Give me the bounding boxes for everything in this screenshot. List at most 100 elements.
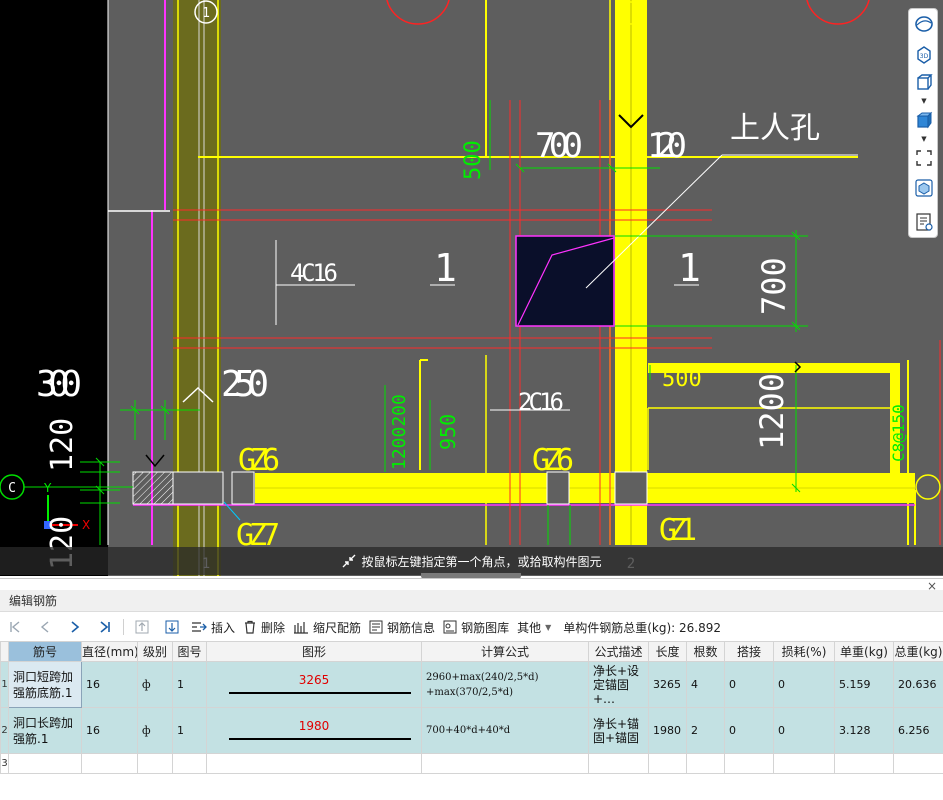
grade-cell[interactable]: ф xyxy=(137,707,173,754)
cad-viewport[interactable]: 1 1 2 C 700 120 500 上人孔 4C16 1 1 700 300… xyxy=(0,0,943,576)
cad-axis-x-label: X xyxy=(82,518,90,532)
count-cell[interactable]: 2 xyxy=(686,707,725,754)
table-row-empty[interactable]: 3 xyxy=(0,753,943,774)
header-cell[interactable]: 长度 xyxy=(648,641,687,662)
header-cell[interactable]: 公式描述 xyxy=(588,641,649,662)
empty-cell[interactable] xyxy=(206,753,422,774)
empty-cell[interactable] xyxy=(834,753,894,774)
header-rownum xyxy=(0,641,9,662)
shape-value[interactable]: 1980 xyxy=(211,719,417,733)
header-cell[interactable]: 总重(kg) xyxy=(893,641,943,662)
other-menu-button[interactable]: 其他 ▼ xyxy=(513,616,555,638)
empty-cell[interactable] xyxy=(893,753,943,774)
rebar-name-cell[interactable]: 洞口短跨加强筋底筋.1 xyxy=(8,661,82,708)
header-cell[interactable]: 损耗(%) xyxy=(773,641,835,662)
shape-cell[interactable]: 3265 xyxy=(206,661,422,708)
empty-cell[interactable] xyxy=(421,753,589,774)
first-record-icon[interactable] xyxy=(0,616,30,638)
previous-record-icon[interactable] xyxy=(30,616,60,638)
empty-cell[interactable] xyxy=(588,753,649,774)
command-prompt-bar: 按鼠标左键指定第一个角点，或拾取构件图元 xyxy=(0,547,943,575)
cad-dim-700-right: 700 xyxy=(755,257,793,315)
diameter-cell[interactable]: 16 xyxy=(81,707,138,754)
rebar-info-button[interactable]: 钢筋信息 xyxy=(365,616,439,638)
empty-cell[interactable] xyxy=(137,753,173,774)
total-weight-cell[interactable]: 6.256 xyxy=(893,707,943,754)
formula-cell[interactable]: 2960+max(240/2,5*d) +max(370/2,5*d) xyxy=(421,661,589,708)
header-cell[interactable]: 单重(kg) xyxy=(834,641,894,662)
chevron-down-icon-b[interactable]: ▼ xyxy=(919,135,929,143)
figure-no-cell[interactable]: 1 xyxy=(172,661,207,708)
rebar-library-button[interactable]: 钢筋图库 xyxy=(439,616,513,638)
loss-cell[interactable]: 0 xyxy=(773,707,835,754)
cad-axis-circle-red xyxy=(386,0,450,25)
delete-button[interactable]: 删除 xyxy=(239,616,289,638)
fullscreen-icon[interactable] xyxy=(912,147,936,169)
rebar-toolbar: 插入 删除 缩尺配筋 钢筋信息 钢筋图库 其他 ▼ 单构件钢筋总重(kg): 2… xyxy=(0,614,943,640)
length-cell[interactable]: 1980 xyxy=(648,707,687,754)
empty-cell[interactable] xyxy=(8,753,82,774)
header-cell[interactable]: 级别 xyxy=(137,641,173,662)
header-cell[interactable]: 图号 xyxy=(172,641,207,662)
header-cell[interactable]: 计算公式 xyxy=(421,641,589,662)
grade-cell[interactable]: ф xyxy=(137,661,173,708)
total-weight-cell[interactable]: 20.636 xyxy=(893,661,943,708)
header-cell[interactable]: 直径(mm) xyxy=(81,641,138,662)
lap-cell[interactable]: 0 xyxy=(724,707,774,754)
header-cell[interactable]: 搭接 xyxy=(724,641,774,662)
diameter-cell[interactable]: 16 xyxy=(81,661,138,708)
formula-desc-cell[interactable]: 净长+锚固+锚固 xyxy=(588,707,649,754)
next-record-icon[interactable] xyxy=(60,616,90,638)
properties-icon[interactable] xyxy=(912,211,936,233)
header-cell[interactable]: 根数 xyxy=(686,641,725,662)
cad-opening[interactable] xyxy=(515,235,615,327)
empty-cell[interactable] xyxy=(686,753,725,774)
insert-icon xyxy=(192,622,207,632)
table-row[interactable]: 1 洞口短跨加强筋底筋.1 16 ф 1 3265 2960+max(240/2… xyxy=(0,661,943,708)
cube-solid-icon[interactable] xyxy=(912,109,936,131)
lap-cell[interactable]: 0 xyxy=(724,661,774,708)
cad-dim-1200: 1200 xyxy=(753,373,791,450)
empty-cell[interactable] xyxy=(724,753,774,774)
3d-view-icon[interactable]: 3D xyxy=(912,43,936,65)
cad-dim-120-left: 120 xyxy=(45,418,80,472)
rebar-name-cell[interactable]: 洞口长跨加强筋.1 xyxy=(8,707,82,754)
empty-cell[interactable] xyxy=(648,753,687,774)
scale-rebar-button[interactable]: 缩尺配筋 xyxy=(289,616,365,638)
rebar-table: 筋号 直径(mm) 级别 图号 图形 计算公式 公式描述 长度 根数 搭接 损耗… xyxy=(0,641,943,774)
unit-weight-cell[interactable]: 5.159 xyxy=(834,661,894,708)
figure-no-cell[interactable]: 1 xyxy=(172,707,207,754)
table-row[interactable]: 2 洞口长跨加强筋.1 16 ф 1 1980 700+40*d+40*d 净长… xyxy=(0,707,943,754)
formula-desc-cell[interactable]: 净长+设定锚固+… xyxy=(588,661,649,708)
row-number[interactable]: 2 xyxy=(0,707,9,754)
shape-value[interactable]: 3265 xyxy=(211,673,417,687)
last-record-icon[interactable] xyxy=(90,616,120,638)
scale-bars-icon xyxy=(294,622,309,634)
cube-outline-icon[interactable] xyxy=(912,71,936,93)
formula-cell[interactable]: 700+40*d+40*d xyxy=(421,707,589,754)
cad-hole-label: 上人孔 xyxy=(730,111,820,146)
length-cell[interactable]: 3265 xyxy=(648,661,687,708)
loss-cell[interactable]: 0 xyxy=(773,661,835,708)
chevron-down-icon[interactable]: ▼ xyxy=(919,97,929,105)
info-table-icon xyxy=(369,620,383,634)
empty-cell[interactable] xyxy=(773,753,835,774)
move-down-icon[interactable] xyxy=(157,616,187,638)
shape-line xyxy=(229,692,411,694)
cube-settings-icon[interactable] xyxy=(912,177,936,199)
cad-dim-950: 950 xyxy=(436,414,460,450)
header-cell[interactable]: 筋号 xyxy=(8,641,82,662)
unit-weight-cell[interactable]: 3.128 xyxy=(834,707,894,754)
sphere-icon[interactable] xyxy=(912,13,936,35)
cad-drawing[interactable]: 1 1 2 C 700 120 500 上人孔 4C16 1 1 700 300… xyxy=(0,0,943,576)
header-cell[interactable]: 图形 xyxy=(206,641,422,662)
insert-button[interactable]: 插入 xyxy=(187,616,239,638)
row-number[interactable]: 3 xyxy=(0,753,9,774)
view-toolbar: 3D ▼ ▼ xyxy=(908,8,938,238)
move-up-icon[interactable] xyxy=(127,616,157,638)
shape-cell[interactable]: 1980 xyxy=(206,707,422,754)
count-cell[interactable]: 4 xyxy=(686,661,725,708)
empty-cell[interactable] xyxy=(81,753,138,774)
row-number[interactable]: 1 xyxy=(0,661,9,708)
empty-cell[interactable] xyxy=(172,753,207,774)
